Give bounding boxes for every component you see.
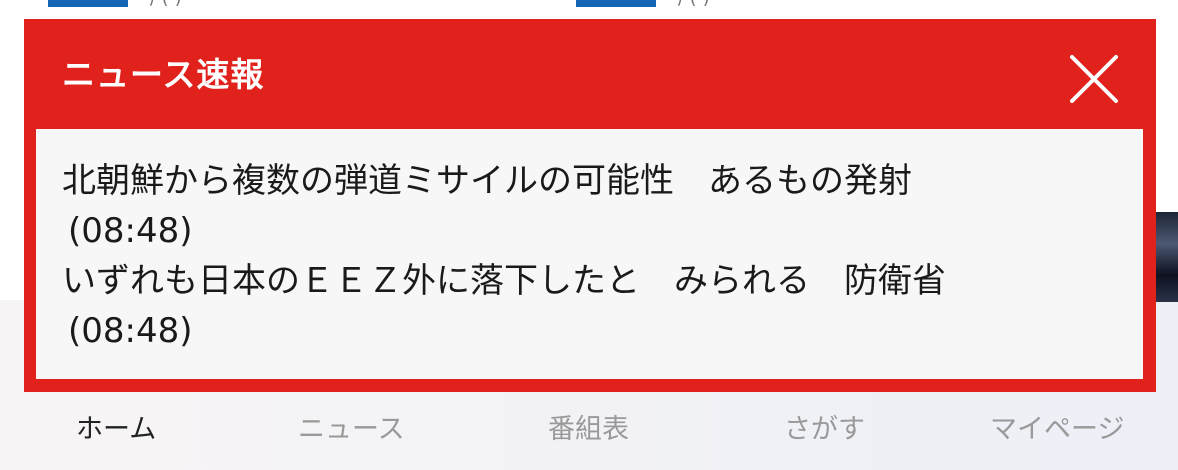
thumbnail-image[interactable] xyxy=(1156,212,1178,302)
nav-item-search[interactable]: さがす xyxy=(784,400,865,460)
nav-item-schedule[interactable]: 番組表 xyxy=(548,400,629,460)
bottom-nav: ホーム ニュース 番組表 さがす マイページ xyxy=(0,400,1178,460)
nav-item-mypage[interactable]: マイページ xyxy=(990,400,1124,460)
close-icon xyxy=(1070,55,1118,103)
breaking-news-popup: ニュース速報 北朝鮮から複数の弾道ミサイルの可能性 あるもの発射 (08:48)… xyxy=(24,19,1156,392)
news-time: (08:48) xyxy=(68,211,193,251)
news-time: (08:48) xyxy=(68,311,193,351)
popup-title: ニュース速報 xyxy=(62,55,265,94)
top-tab-right[interactable] xyxy=(576,0,656,7)
top-tab-left-text: / ( ) xyxy=(150,0,182,6)
news-headline: 北朝鮮から複数の弾道ミサイルの可能性 あるもの発射 xyxy=(62,161,912,201)
close-button[interactable] xyxy=(1064,49,1124,109)
news-headline: いずれも日本のＥＥＺ外に落下したと みられる 防衛省 xyxy=(62,261,946,301)
nav-item-news[interactable]: ニュース xyxy=(298,400,405,460)
news-item[interactable]: いずれも日本のＥＥＺ外に落下したと みられる 防衛省 (08:48) xyxy=(62,256,946,356)
news-list: 北朝鮮から複数の弾道ミサイルの可能性 あるもの発射 (08:48) いずれも日本… xyxy=(36,129,1143,379)
top-tab-right-text: / ( ) xyxy=(678,0,710,6)
news-item[interactable]: 北朝鮮から複数の弾道ミサイルの可能性 あるもの発射 (08:48) xyxy=(62,156,912,256)
nav-item-home[interactable]: ホーム xyxy=(76,400,156,460)
top-tab-left[interactable] xyxy=(48,0,128,7)
